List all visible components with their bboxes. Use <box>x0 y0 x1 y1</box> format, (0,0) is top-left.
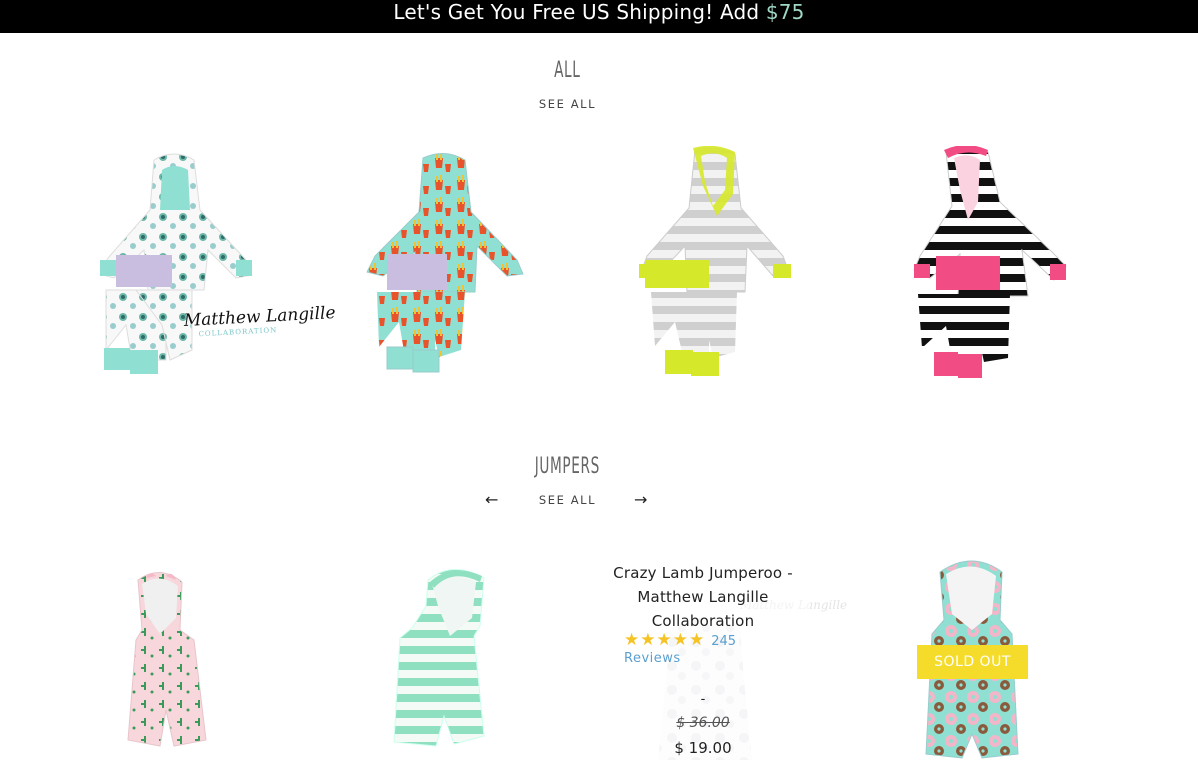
section-title-jumpers: JUMPERS <box>534 454 600 479</box>
see-all-link-all[interactable]: SEE ALL <box>0 97 1135 111</box>
reviews-label[interactable]: Reviews <box>624 651 736 666</box>
compare-price: $ 36.00 <box>676 715 730 731</box>
sale-price: $ 19.00 <box>674 739 732 757</box>
next-arrow-button[interactable]: → <box>634 490 647 509</box>
product-title[interactable]: Crazy Lamb Jumperoo - Matthew Langille C… <box>596 556 810 633</box>
announcement-amount: $75 <box>765 0 805 24</box>
product-card[interactable] <box>912 146 1067 378</box>
price-separator: - <box>700 692 706 707</box>
product-image <box>393 569 485 747</box>
product-hover-overlay[interactable]: Crazy Lamb Jumperoo - Matthew Langille C… <box>596 556 810 762</box>
product-image <box>99 153 253 374</box>
product-card[interactable] <box>388 566 488 748</box>
product-image <box>639 146 791 376</box>
star-rating-icon: ★★★★★ <box>624 630 706 650</box>
product-card[interactable] <box>96 150 256 378</box>
product-rating[interactable]: ★★★★★ 245 Reviews <box>624 630 736 666</box>
announcement-text: Let's Get You Free US Shipping! Add <box>393 0 766 24</box>
product-image <box>127 572 207 747</box>
section-title-all: ALL <box>554 58 581 83</box>
product-image <box>366 153 524 373</box>
announcement-bar: Let's Get You Free US Shipping! Add $75 <box>0 0 1198 33</box>
product-card[interactable] <box>365 152 525 374</box>
product-image <box>913 146 1067 378</box>
product-card[interactable] <box>637 146 792 378</box>
product-card[interactable] <box>120 570 212 750</box>
sold-out-badge: SOLD OUT <box>917 645 1028 679</box>
review-count[interactable]: 245 <box>711 634 736 649</box>
see-all-link-jumpers[interactable]: SEE ALL <box>0 493 1135 507</box>
